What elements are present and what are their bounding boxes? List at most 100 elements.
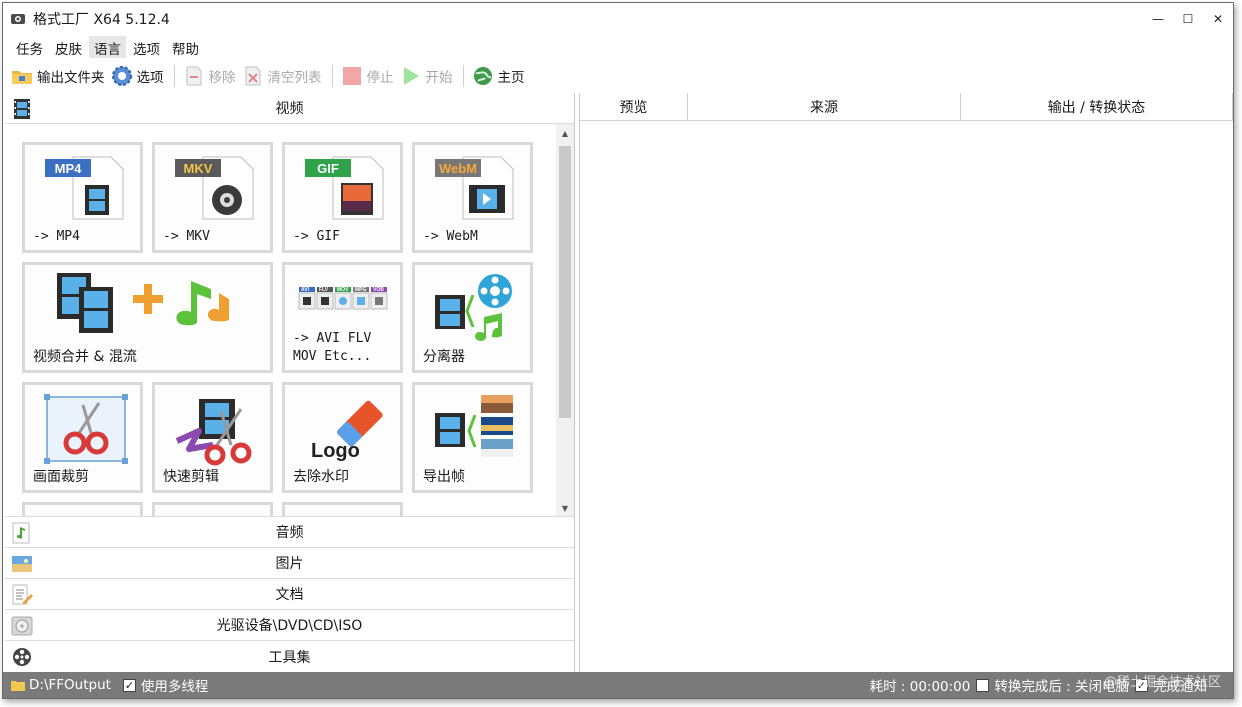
scroll-down-arrow-icon[interactable]: ▼: [556, 499, 574, 516]
folder-small-icon: [11, 679, 25, 691]
output-folder-button[interactable]: 输出文件夹: [11, 65, 105, 87]
gif-file-icon: GIF: [305, 156, 384, 220]
tools-reel-icon: [11, 646, 33, 668]
start-button[interactable]: 开始: [400, 65, 453, 87]
category-document[interactable]: 文档: [5, 579, 574, 610]
column-output-status[interactable]: 输出 / 转换状态: [961, 93, 1233, 121]
stop-label: 停止: [366, 70, 394, 86]
menu-help[interactable]: 帮助: [167, 36, 204, 58]
multithread-checkbox[interactable]: ✓: [122, 678, 136, 692]
tile-splitter-label: 分离器: [423, 349, 465, 365]
tile-to-other-formats[interactable]: AVI FLV MOV MPG VOB -> AVI FLV MOV Etc..…: [282, 262, 403, 373]
output-path-label: D:\FFOutput: [29, 677, 111, 693]
clear-list-icon: [242, 65, 264, 87]
column-preview[interactable]: 预览: [580, 93, 688, 121]
category-video[interactable]: 视频: [5, 93, 574, 124]
multithread-option[interactable]: ✓ 使用多线程: [122, 675, 209, 695]
mini-badge-mov: MOV: [337, 287, 349, 293]
webm-badge-text: WebM: [439, 161, 477, 176]
video-scrollbar[interactable]: ▲ ▼: [556, 124, 574, 516]
toolbar-separator: [331, 65, 333, 87]
tile-partial[interactable]: [22, 502, 143, 516]
tile-partial[interactable]: [282, 502, 403, 516]
toolbar-separator: [462, 65, 464, 87]
home-label: 主页: [497, 70, 525, 86]
menu-skin[interactable]: 皮肤: [50, 36, 87, 58]
mp4-badge-text: MP4: [55, 161, 83, 176]
tile-quick-cut[interactable]: 快速剪辑: [152, 382, 273, 493]
minimize-button[interactable]: —: [1143, 3, 1173, 35]
category-panel: 视频 MP4 -> MP4 MKV -> MKV GIF -> GIF WebM…: [5, 93, 575, 673]
tile-partial[interactable]: [152, 502, 273, 516]
output-path[interactable]: D:\FFOutput: [11, 677, 111, 693]
mp4-file-icon: MP4: [45, 156, 124, 220]
category-audio[interactable]: 音频: [5, 517, 574, 548]
mkv-badge-text: MKV: [184, 161, 213, 176]
elapsed-time: 耗时 : 00:00:00: [869, 679, 971, 695]
play-icon: [400, 65, 422, 87]
category-document-label: 文档: [275, 587, 304, 603]
options-button[interactable]: 选项: [111, 65, 164, 87]
merge-mux-icon: [57, 273, 229, 333]
disc-drive-icon: [11, 615, 33, 637]
tile-to-mp4-label: -> MP4: [33, 229, 80, 244]
tile-to-webm-label: -> WebM: [423, 229, 478, 244]
title-bar: 格式工厂 X64 5.12.4 — ☐ ✕: [3, 3, 1233, 35]
tile-crop[interactable]: 画面裁剪: [22, 382, 143, 493]
tile-crop-label: 画面裁剪: [33, 469, 89, 485]
mini-badge-avi: AVI: [301, 287, 310, 293]
category-tools-label: 工具集: [268, 649, 311, 666]
category-disc[interactable]: 光驱设备\DVD\CD\ISO: [5, 610, 574, 641]
scroll-up-arrow-icon[interactable]: ▲: [556, 124, 574, 142]
toolbar: 输出文件夹 选项 移除 清空列表 停止 开始 主页: [11, 61, 531, 91]
tile-to-gif-label: -> GIF: [293, 229, 340, 244]
tile-to-webm[interactable]: WebM -> WebM: [412, 142, 533, 253]
menu-options[interactable]: 选项: [128, 36, 165, 58]
status-bar: D:\FFOutput ✓ 使用多线程 耗时 : 00:00:00 转换完成后 …: [3, 672, 1233, 698]
category-image[interactable]: 图片: [5, 548, 574, 579]
category-tools[interactable]: 工具集: [5, 641, 574, 672]
export-frames-icon: [435, 395, 513, 457]
output-folder-label: 输出文件夹: [37, 70, 105, 86]
mini-badge-flv: FLV: [319, 287, 329, 293]
watermark-text: @稀土掘金技术社区: [1103, 675, 1221, 690]
stop-button[interactable]: 停止: [341, 65, 394, 87]
scroll-thumb[interactable]: [559, 146, 571, 418]
splitter-icon: [435, 274, 512, 341]
tile-to-gif[interactable]: GIF -> GIF: [282, 142, 403, 253]
crop-scissors-icon: [44, 394, 128, 464]
remove-icon: [183, 65, 205, 87]
toolbar-separator: [173, 65, 175, 87]
picture-icon: [11, 553, 33, 575]
tile-to-mkv[interactable]: MKV -> MKV: [152, 142, 273, 253]
window-title: 格式工厂 X64 5.12.4: [33, 12, 170, 28]
category-image-label: 图片: [275, 556, 304, 572]
home-button[interactable]: 主页: [472, 65, 525, 87]
options-label: 选项: [136, 70, 164, 86]
mkv-file-icon: MKV: [175, 156, 254, 220]
menu-task[interactable]: 任务: [11, 36, 48, 58]
tile-splitter[interactable]: 分离器: [412, 262, 533, 373]
tile-remove-logo[interactable]: Logo 去除水印: [282, 382, 403, 493]
maximize-button[interactable]: ☐: [1173, 3, 1203, 35]
tile-to-mkv-label: -> MKV: [163, 229, 210, 244]
eraser-logo-icon: Logo: [311, 400, 383, 462]
clear-list-button[interactable]: 清空列表: [242, 65, 322, 87]
clear-list-label: 清空列表: [267, 70, 322, 86]
multithread-label: 使用多线程: [140, 679, 209, 695]
tile-video-merge[interactable]: 视频合并 & 混流: [22, 262, 273, 373]
after-done-checkbox[interactable]: [976, 678, 990, 692]
menu-language[interactable]: 语言: [89, 36, 126, 58]
remove-button[interactable]: 移除: [183, 65, 236, 87]
close-button[interactable]: ✕: [1203, 3, 1233, 35]
tile-to-mp4[interactable]: MP4 -> MP4: [22, 142, 143, 253]
tile-remove-logo-label: 去除水印: [293, 469, 349, 485]
tile-export-frames[interactable]: 导出帧: [412, 382, 533, 493]
document-icon: [11, 584, 33, 606]
film-icon: [11, 98, 33, 120]
column-source[interactable]: 来源: [688, 93, 961, 121]
tile-quick-cut-label: 快速剪辑: [163, 469, 219, 485]
tile-to-other-formats-label: -> AVI FLV MOV Etc...: [293, 331, 372, 364]
menu-bar: 任务 皮肤 语言 选项 帮助: [11, 36, 206, 58]
start-label: 开始: [425, 70, 453, 86]
